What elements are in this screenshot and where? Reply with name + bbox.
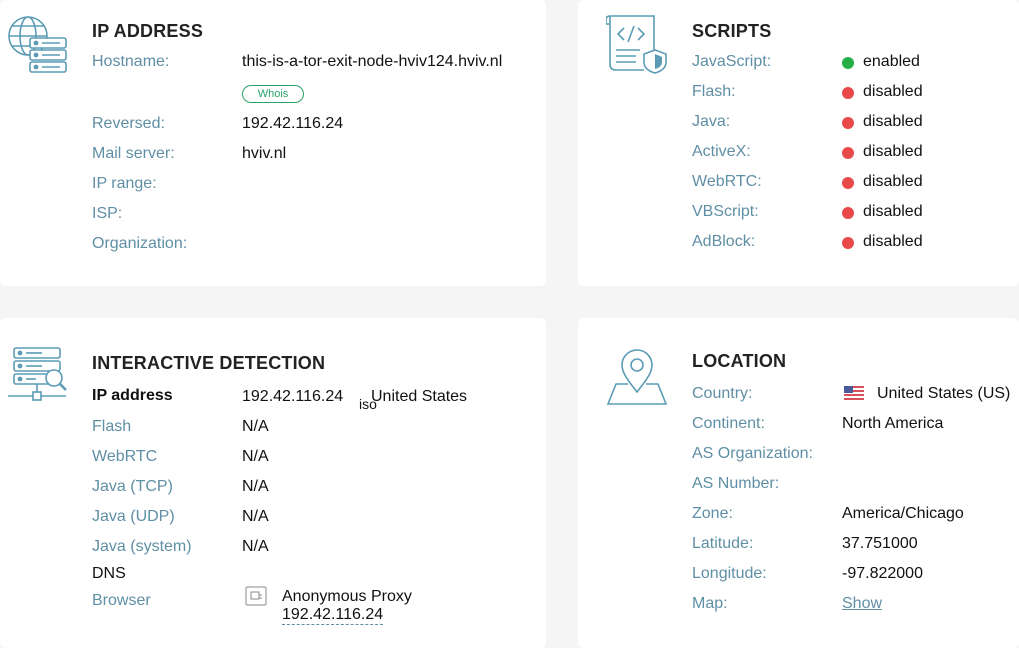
location-title: LOCATION [692,351,787,371]
country-value: United States (US) [877,385,1011,402]
reversed-value: 192.42.116.24 [242,115,344,132]
server-search-icon [6,346,70,407]
java-tcp-label: Java (TCP) [92,478,173,495]
script-shield-icon [605,14,668,79]
browser-value: Anonymous Proxy [282,588,412,605]
latitude-value: 37.751000 [842,535,918,552]
java-tcp-value: N/A [242,478,269,495]
browser-ip-value[interactable]: 192.42.116.24 [282,606,384,625]
script-label: VBScript: [692,203,759,220]
status-dot [842,57,854,69]
hostname-value: this-is-a-tor-exit-node-hviv124.hviv.nl [242,53,503,70]
continent-label: Continent: [692,415,765,432]
scripts-title: SCRIPTS [692,21,772,41]
dns-label: DNS [92,565,126,582]
script-label: ActiveX: [692,143,751,160]
map-pin-icon [606,344,668,411]
whois-button[interactable]: Whois [242,85,304,103]
organization-label: Organization: [92,235,188,252]
location-card: LOCATION Country: United States (US) Con… [578,318,1019,648]
zone-label: Zone: [692,505,733,522]
status-dot [842,207,854,219]
script-status: disabled [863,173,923,190]
ip-address-label: IP address [92,387,173,404]
script-label: JavaScript: [692,53,772,70]
proxy-browser-icon [245,586,267,611]
interactive-detection-card: INTERACTIVE DETECTION IP address 192.42.… [0,318,546,648]
map-show-link[interactable]: Show [842,595,882,613]
java-udp-label: Java (UDP) [92,508,175,525]
map-label: Map: [692,595,728,612]
longitude-label: Longitude: [692,565,767,582]
java-udp-value: N/A [242,508,269,525]
country-label: Country: [692,385,753,402]
latitude-label: Latitude: [692,535,754,552]
script-label: WebRTC: [692,173,762,190]
ip-address-card: IP ADDRESS Hostname: this-is-a-tor-exit-… [0,0,546,286]
script-status: disabled [863,113,923,130]
scripts-card: SCRIPTS JavaScript: enabled Flash: disab… [578,0,1019,286]
script-status: disabled [863,233,923,250]
mail-server-value: hviv.nl [242,145,287,162]
as-number-label: AS Number: [692,475,780,492]
mail-server-label: Mail server: [92,145,175,162]
flash-label: Flash [92,418,132,435]
reversed-label: Reversed: [92,115,165,132]
status-dot [842,117,854,129]
server-globe-icon [6,14,68,81]
flash-value: N/A [242,418,269,435]
status-dot [842,237,854,249]
webrtc-label: WebRTC [92,448,158,465]
ip-range-label: IP range: [92,175,157,192]
webrtc-value: N/A [242,448,269,465]
java-system-value: N/A [242,538,269,555]
as-organization-label: AS Organization: [692,445,813,462]
status-dot [842,177,854,189]
status-dot [842,147,854,159]
script-label: AdBlock: [692,233,756,250]
browser-label: Browser [92,592,151,609]
script-label: Flash: [692,83,736,100]
ip-address-title: IP ADDRESS [92,21,204,41]
us-flag-icon [844,386,864,405]
isp-label: ISP: [92,205,123,222]
continent-value: North America [842,415,944,432]
script-status: disabled [863,143,923,160]
zone-value: America/Chicago [842,505,964,522]
interactive-detection-title: INTERACTIVE DETECTION [92,353,326,373]
hostname-label: Hostname: [92,53,170,70]
script-status: enabled [863,53,920,70]
script-status: disabled [863,203,923,220]
script-status: disabled [863,83,923,100]
status-dot [842,87,854,99]
longitude-value: -97.822000 [842,565,923,582]
ip-address-value: 192.42.116.24 [242,388,344,405]
ip-country-value: United States [371,388,468,405]
java-system-label: Java (system) [92,538,192,555]
script-label: Java: [692,113,731,130]
